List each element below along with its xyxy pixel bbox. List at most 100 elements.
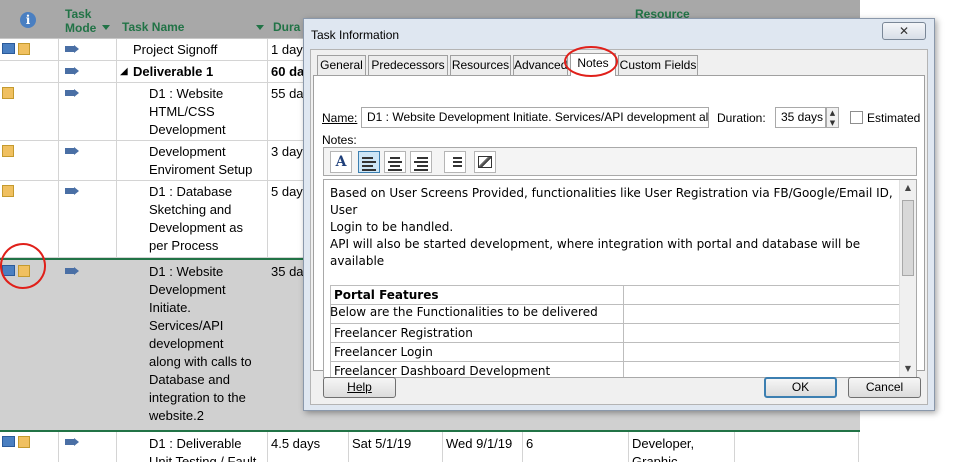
align-left-icon[interactable] <box>358 151 380 173</box>
col-header-task-name[interactable]: Task Name <box>122 20 184 34</box>
task-predecessors[interactable]: 6 <box>526 435 533 453</box>
task-name[interactable]: Deliverable 1 <box>133 63 213 81</box>
tab-general[interactable]: General <box>317 55 366 75</box>
notes-line: API will also be started development, wh… <box>330 237 861 268</box>
task-mode-icon <box>65 89 79 98</box>
stepper-down-icon[interactable]: ▼ <box>827 118 838 128</box>
task-mode-icon <box>65 267 79 276</box>
note-icon[interactable] <box>18 43 30 55</box>
task-resource-line[interactable]: Developer, <box>632 435 694 453</box>
grid-icon <box>2 436 15 447</box>
tab-resources[interactable]: Resources <box>450 55 511 75</box>
estimated-label: Estimated <box>867 111 921 125</box>
notes-text-area[interactable]: Based on User Screens Provided, function… <box>323 179 917 378</box>
task-name-line[interactable]: per Process <box>149 237 218 255</box>
note-icon[interactable] <box>2 87 14 99</box>
estimated-checkbox[interactable] <box>850 111 863 124</box>
task-mode-icon <box>65 147 79 156</box>
task-name-line[interactable]: Services/API <box>149 317 223 335</box>
note-icon[interactable] <box>2 185 14 197</box>
notes-table-cell: Portal Features <box>330 285 624 305</box>
dialog-title: Task Information <box>311 28 400 42</box>
task-mode-dropdown-icon[interactable] <box>102 25 110 30</box>
task-duration[interactable]: 1 day <box>271 41 303 59</box>
notes-toolbar: A <box>323 147 917 176</box>
notes-table-cell <box>623 361 905 377</box>
notes-scrollbar[interactable]: ▲ ▼ <box>899 180 916 377</box>
task-name-line[interactable]: D1 : Website <box>149 263 223 281</box>
task-name[interactable]: Project Signoff <box>133 41 217 59</box>
insert-object-icon[interactable] <box>474 151 496 173</box>
task-name-line[interactable]: Initiate. <box>149 299 191 317</box>
task-duration[interactable]: 3 day <box>271 143 303 161</box>
task-name-line[interactable]: Enviroment Setup <box>149 161 252 179</box>
stepper-up-icon[interactable]: ▲ <box>827 108 838 118</box>
task-name-line[interactable]: Development <box>149 143 226 161</box>
task-information-dialog: Task Information ✕ General Predecessors … <box>303 18 935 411</box>
task-name-dropdown-icon[interactable] <box>256 25 264 30</box>
tab-strip: General Predecessors Resources Advanced … <box>311 53 927 76</box>
notes-table-cell <box>623 342 905 362</box>
tab-advanced[interactable]: Advanced <box>513 55 568 75</box>
notes-line: Based on User Screens Provided, function… <box>330 186 893 217</box>
scroll-thumb[interactable] <box>902 200 914 276</box>
font-icon[interactable]: A <box>330 151 352 173</box>
task-name-line[interactable]: integration to the <box>149 389 246 407</box>
duration-stepper[interactable]: ▲ ▼ <box>826 107 839 128</box>
note-icon[interactable] <box>18 436 30 448</box>
task-name-line[interactable]: Database and <box>149 371 230 389</box>
grid-icon <box>2 43 15 54</box>
notes-table-cell <box>623 304 905 324</box>
task-name-line[interactable]: D1 : Website <box>149 85 223 103</box>
help-button[interactable]: Help <box>323 377 396 398</box>
notes-table-cell <box>623 323 905 343</box>
cancel-button[interactable]: Cancel <box>848 377 921 398</box>
ok-button[interactable]: OK <box>764 377 837 398</box>
task-name-line[interactable]: Unit Testing / Fault <box>149 453 256 462</box>
col-header-task-mode-1[interactable]: Task <box>65 7 91 21</box>
task-mode-icon <box>65 67 79 76</box>
notes-line: Login to be handled. <box>330 220 454 234</box>
table-row[interactable]: D1 : Deliverable Unit Testing / Fault 4.… <box>0 432 860 462</box>
annotation-circle <box>564 46 618 77</box>
task-duration[interactable]: 5 day <box>271 183 303 201</box>
task-duration[interactable]: 4.5 days <box>271 435 320 453</box>
task-start[interactable]: Sat 5/1/19 <box>352 435 411 453</box>
align-center-icon[interactable] <box>384 151 406 173</box>
collapse-icon[interactable]: ◢ <box>120 63 128 81</box>
name-label: Name: <box>322 111 358 125</box>
task-name-line[interactable]: Development <box>149 121 226 139</box>
tab-custom-fields[interactable]: Custom Fields <box>618 55 698 75</box>
task-name-line[interactable]: Development <box>149 281 226 299</box>
notes-table-cell: Freelancer Dashboard Development <box>330 361 624 377</box>
task-duration[interactable]: 60 da <box>271 63 304 81</box>
task-name-line[interactable]: D1 : Deliverable <box>149 435 242 453</box>
task-name-field[interactable]: D1 : Website Development Initiate. Servi… <box>361 107 709 128</box>
task-resource-line[interactable]: Graphic <box>632 453 678 462</box>
duration-field[interactable]: 35 days <box>775 107 826 128</box>
align-right-icon[interactable] <box>410 151 432 173</box>
notes-table-cell <box>623 285 905 305</box>
scroll-up-icon[interactable]: ▲ <box>900 180 916 196</box>
close-icon[interactable]: ✕ <box>882 22 926 40</box>
tab-predecessors[interactable]: Predecessors <box>368 55 448 75</box>
task-name-line[interactable]: website.2 <box>149 407 204 425</box>
task-mode-icon <box>65 438 79 447</box>
notes-label: Notes: <box>322 133 357 147</box>
notes-table-cell: Freelancer Registration <box>330 323 624 343</box>
task-name-line[interactable]: Development as <box>149 219 243 237</box>
task-name-line[interactable]: development <box>149 335 223 353</box>
task-duration[interactable]: 35 da <box>271 263 304 281</box>
task-finish[interactable]: Wed 9/1/19 <box>446 435 512 453</box>
info-icon[interactable]: i <box>20 12 36 28</box>
notes-table: Portal Features Freelancer Registration … <box>330 285 905 377</box>
task-name-line[interactable]: Sketching and <box>149 201 231 219</box>
task-name-line[interactable]: along with calls to <box>149 353 252 371</box>
scroll-down-icon[interactable]: ▼ <box>900 361 916 377</box>
task-name-line[interactable]: HTML/CSS <box>149 103 215 121</box>
col-header-task-mode-2[interactable]: Mode <box>65 21 96 35</box>
col-header-duration[interactable]: Dura <box>273 20 300 34</box>
bullet-list-icon[interactable] <box>444 151 466 173</box>
note-icon[interactable] <box>2 145 14 157</box>
task-name-line[interactable]: D1 : Database <box>149 183 232 201</box>
